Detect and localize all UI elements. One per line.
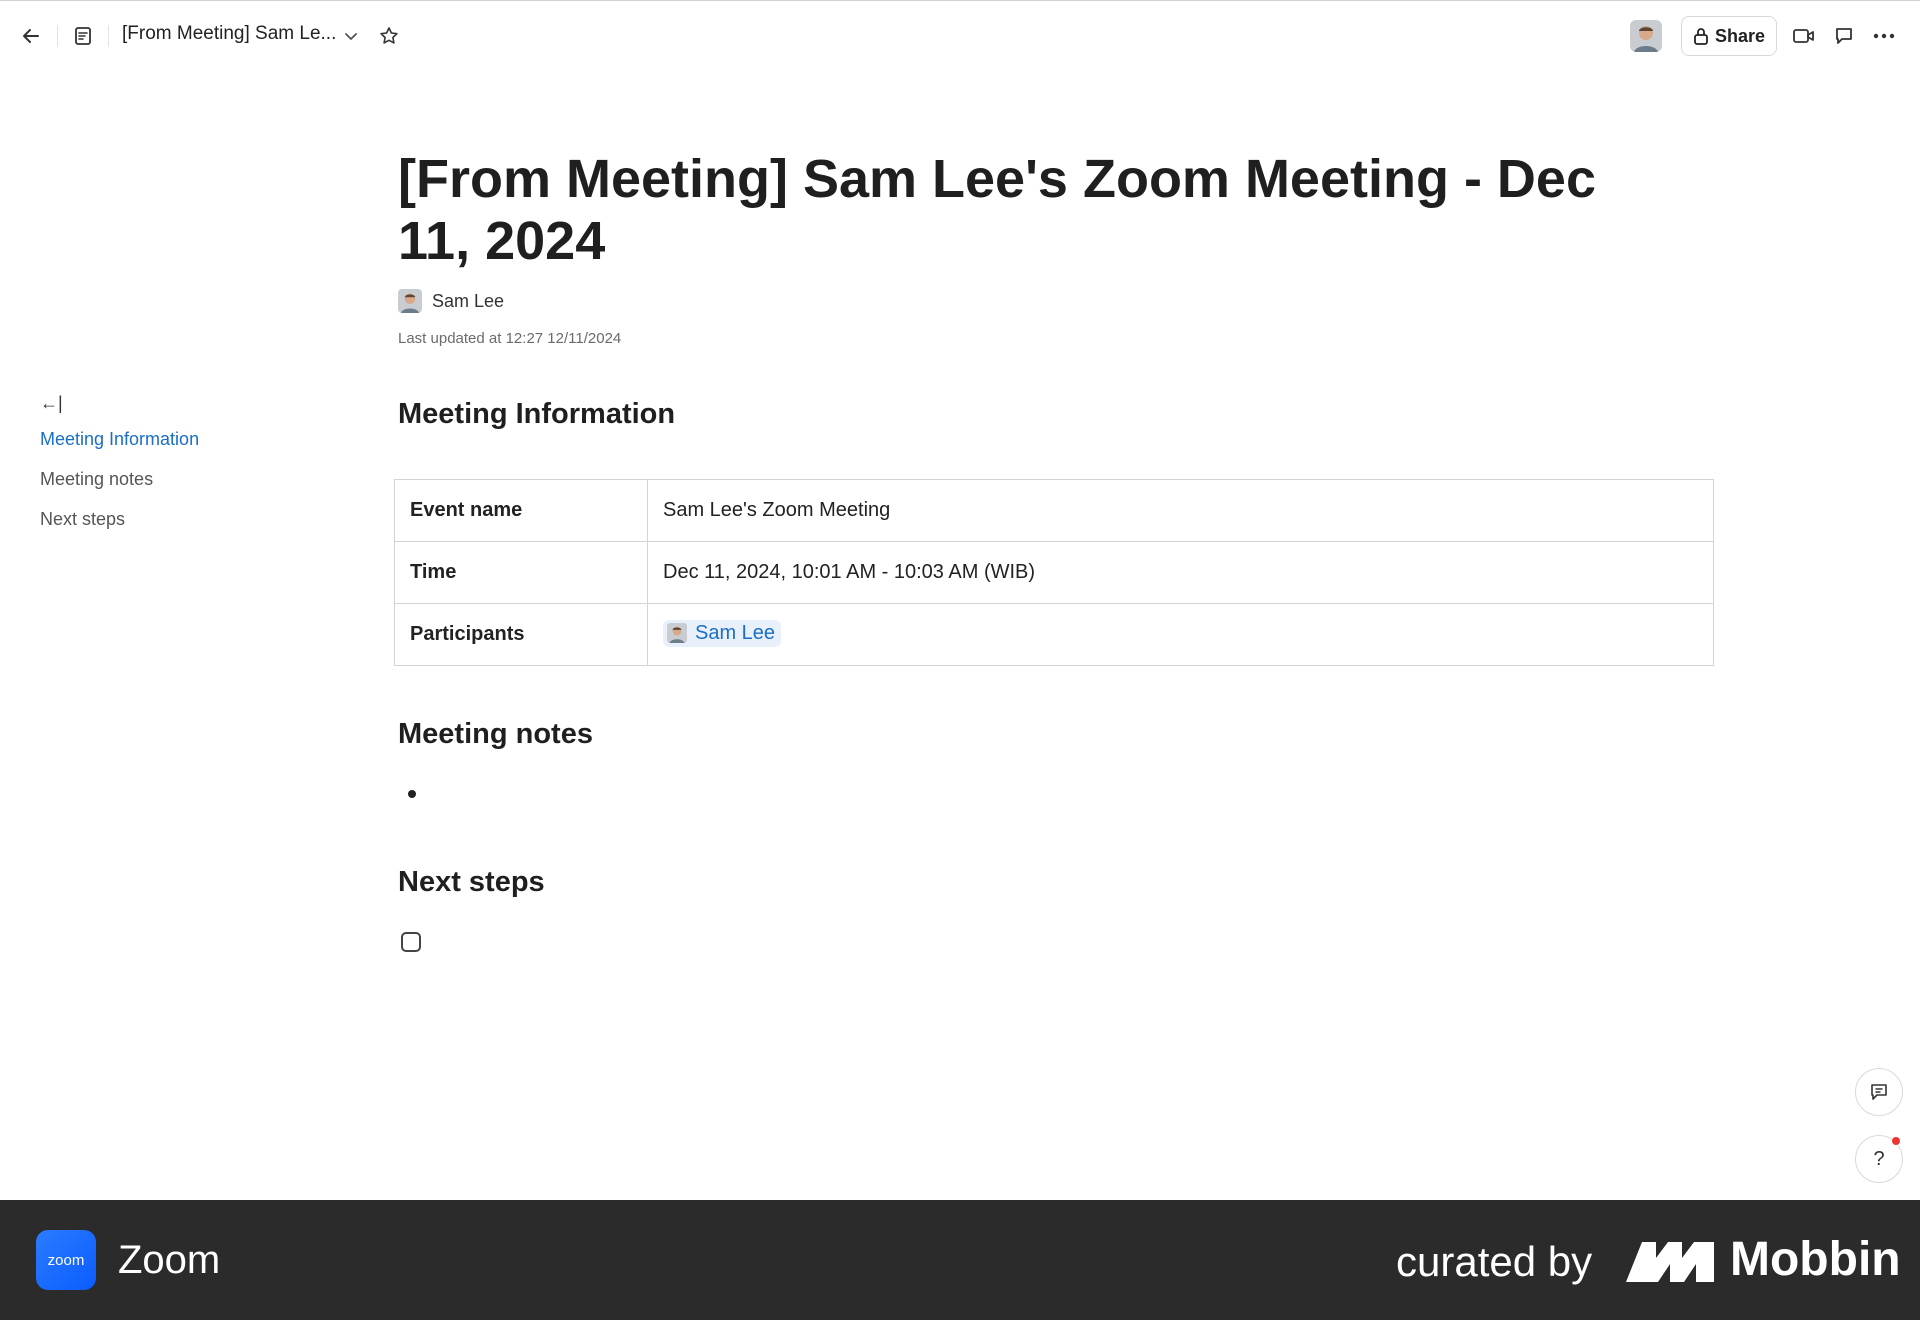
section-heading-next-steps[interactable]: Next steps: [398, 866, 545, 899]
last-updated: Last updated at 12:27 12/11/2024: [398, 330, 622, 347]
video-icon[interactable]: [1791, 23, 1817, 49]
table-row: Participants Sam Lee: [394, 603, 1714, 666]
help-icon: ?: [1873, 1147, 1885, 1170]
avatar[interactable]: [1630, 20, 1662, 52]
share-label: Share: [1714, 25, 1766, 46]
lock-icon: [1694, 28, 1708, 45]
zoom-logo-text: zoom: [47, 1251, 85, 1269]
outline-item-meeting-information[interactable]: Meeting Information: [40, 429, 199, 450]
feedback-icon: [1871, 1084, 1887, 1100]
table-row: Time Dec 11, 2024, 10:01 AM - 10:03 AM (…: [394, 541, 1714, 604]
author-row: Sam Lee: [398, 289, 504, 313]
back-arrow-icon[interactable]: [18, 23, 44, 49]
feedback-button[interactable]: [1855, 1068, 1903, 1116]
table-key[interactable]: Time: [394, 541, 648, 604]
page-title[interactable]: [From Meeting] Sam Lee's Zoom Meeting - …: [398, 148, 1678, 272]
top-bar: [From Meeting] Sam Le... Share: [0, 0, 1920, 70]
meeting-info-table: Event name Sam Lee's Zoom Meeting Time D…: [394, 479, 1714, 666]
section-heading-meeting-notes[interactable]: Meeting notes: [398, 718, 593, 751]
table-key[interactable]: Event name: [394, 479, 648, 542]
author-name: Sam Lee: [432, 290, 505, 311]
section-heading-meeting-information[interactable]: Meeting Information: [398, 398, 675, 431]
bullet-point[interactable]: [408, 790, 416, 798]
divider: [108, 25, 109, 47]
table-value[interactable]: Sam Lee's Zoom Meeting: [647, 479, 1714, 542]
participant-chip[interactable]: Sam Lee: [663, 619, 782, 647]
collapse-outline-icon[interactable]: ←|: [40, 393, 63, 414]
mobbin-brand: Mobbin: [1730, 1233, 1901, 1286]
star-icon[interactable]: [376, 23, 402, 49]
chevron-down-icon[interactable]: [340, 25, 362, 47]
author-avatar: [398, 289, 422, 313]
mobbin-logo-icon: [1626, 1242, 1714, 1282]
divider: [57, 25, 58, 47]
table-key[interactable]: Participants: [394, 603, 648, 666]
share-button[interactable]: Share: [1681, 16, 1777, 56]
doc-title[interactable]: [From Meeting] Sam Le...: [122, 23, 336, 45]
outline-item-next-steps[interactable]: Next steps: [40, 509, 125, 530]
comment-icon[interactable]: [1831, 23, 1857, 49]
outline-item-meeting-notes[interactable]: Meeting notes: [40, 469, 153, 490]
app-name: Zoom: [118, 1238, 221, 1282]
curated-by-label: curated by: [1396, 1238, 1593, 1285]
todo-checkbox[interactable]: [401, 932, 421, 952]
participant-name: Sam Lee: [695, 621, 776, 644]
footer-banner: zoom Zoom curated by Mobbin: [0, 1200, 1920, 1320]
table-value[interactable]: Dec 11, 2024, 10:01 AM - 10:03 AM (WIB): [647, 541, 1714, 604]
zoom-logo: zoom: [36, 1230, 96, 1290]
notification-dot: [1892, 1137, 1900, 1145]
table-value[interactable]: Sam Lee: [647, 603, 1714, 666]
doc-list-icon[interactable]: [70, 23, 96, 49]
participant-avatar: [667, 623, 687, 644]
more-icon[interactable]: [1871, 23, 1897, 49]
table-row: Event name Sam Lee's Zoom Meeting: [394, 479, 1714, 542]
